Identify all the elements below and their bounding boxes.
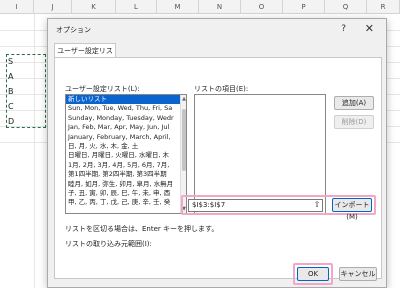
options-dialog: オプション ? ✕ ユーザー設定リスト ユーザー設定リスト(L): リストの項目… [47,18,387,288]
column-header-o[interactable]: O [241,0,283,14]
cell-i5[interactable]: B [8,87,14,96]
cell-i3[interactable]: S [8,57,13,66]
column-header-q[interactable]: Q [325,0,367,14]
close-icon[interactable]: ✕ [365,22,374,35]
ok-button[interactable]: OK [297,267,329,281]
separator-hint: リストを区切る場合は、Enter キーを押します。 [65,225,219,233]
scrollbar-thumb[interactable] [182,109,186,171]
help-icon[interactable]: ? [341,24,346,34]
list-entries-label: リストの項目(E): [194,85,249,93]
list-item[interactable]: January, February, March, April, [66,133,186,142]
delete-button[interactable]: 削除(D) [334,115,374,129]
cancel-button[interactable]: キャンセル [339,267,377,281]
list-item[interactable]: 第1四半期, 第2四半期, 第3四半期 [66,170,186,179]
list-item[interactable]: Jan, Feb, Mar, Apr, May, Jun, Jul [66,123,186,132]
column-header-r[interactable]: R [367,0,400,14]
scroll-up-icon[interactable]: ▲ [181,95,186,103]
cell-i7[interactable]: D [8,117,14,126]
list-item[interactable]: Sun, Mon, Tue, Wed, Thu, Fri, Sa [66,104,186,113]
column-header-i[interactable]: I [0,0,34,14]
column-header-p[interactable]: P [283,0,325,14]
column-header-m[interactable]: M [157,0,199,14]
list-item[interactable]: 甲, 乙, 丙, 丁, 戊, 己, 庚, 辛, 壬, 癸 [66,198,186,207]
tab-custom-lists[interactable]: ユーザー設定リスト [54,43,116,69]
custom-lists-panel: ユーザー設定リスト(L): リストの項目(E): 新しいリスト Sun, Mon… [54,57,382,279]
column-header-k[interactable]: K [72,0,116,14]
import-button[interactable]: インポート(M) [332,198,372,221]
custom-lists-label: ユーザー設定リスト(L): [65,85,140,93]
list-item[interactable]: 睦月, 如月, 弥生, 卯月, 皐月, 水無月 [66,180,186,189]
list-item[interactable]: 日, 月, 火, 水, 木, 金, 土 [66,142,186,151]
cell-i4[interactable]: A [8,72,13,81]
collapse-dialog-icon[interactable]: ⇧ [312,200,322,211]
custom-lists-listbox[interactable]: 新しいリスト Sun, Mon, Tue, Wed, Thu, Fri, Sa … [65,94,187,214]
column-header-l[interactable]: L [116,0,157,14]
column-header-j[interactable]: J [34,0,72,14]
add-button[interactable]: 追加(A) [334,96,374,110]
list-item[interactable]: 日曜日, 月曜日, 火曜日, 水曜日, 木 [66,151,186,160]
list-item[interactable]: 1月, 2月, 3月, 4月, 5月, 6月, 7月, [66,161,186,170]
cell-i6[interactable]: C [8,102,14,111]
column-header-bar: I J K L M N O P Q R [0,0,400,14]
import-range-label: リストの取り込み元範囲(I): [65,240,152,248]
dialog-title: オプション [56,26,91,34]
column-header-n[interactable]: N [199,0,241,14]
import-range-input[interactable]: $I$3:$I$7 [188,199,323,212]
list-item[interactable]: 新しいリスト [66,95,186,105]
list-item[interactable]: 子, 丑, 寅, 卯, 辰, 巳, 午, 未, 申, 酉 [66,189,186,198]
list-item[interactable]: Sunday, Monday, Tuesday, Wedr [66,114,186,123]
